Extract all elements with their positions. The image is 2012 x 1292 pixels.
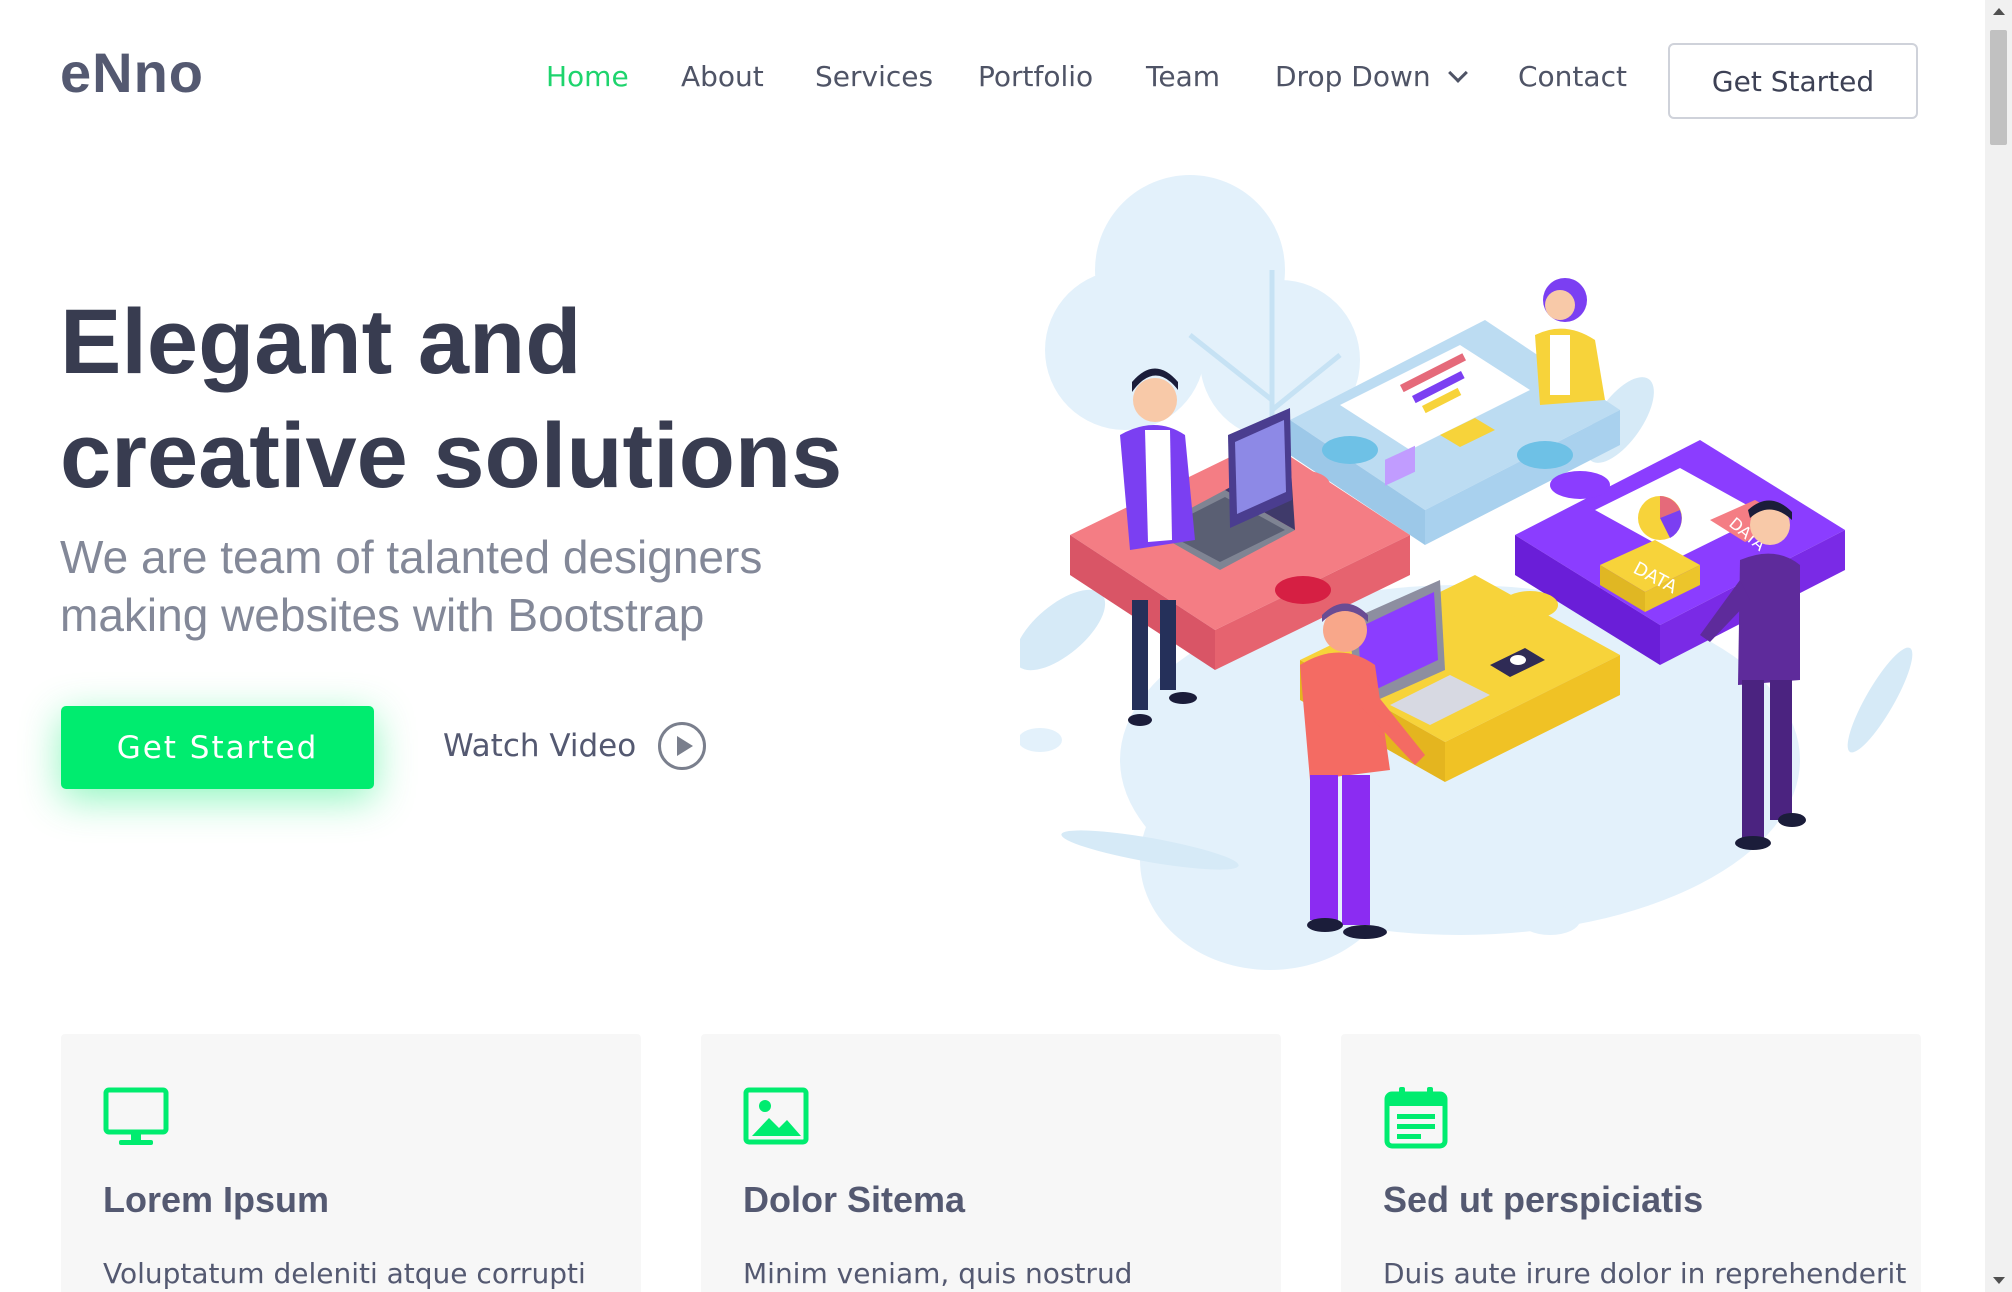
card-title: Sed ut perspiciatis	[1383, 1179, 1704, 1220]
feature-card-3: Sed ut perspiciatis Duis aute irure dolo…	[1341, 1034, 1921, 1292]
feature-card-1: Lorem Ipsum Voluptatum deleniti atque co…	[61, 1034, 641, 1292]
nav-dropdown[interactable]: Drop Down	[1275, 60, 1468, 93]
chevron-down-icon	[1447, 63, 1468, 83]
monitor-icon	[103, 1087, 169, 1145]
watch-video-link[interactable]: Watch Video	[443, 720, 707, 772]
hero-title-line2: creative solutions	[60, 405, 843, 507]
card-title: Lorem Ipsum	[103, 1179, 330, 1220]
nav-dropdown-label: Drop Down	[1275, 60, 1431, 93]
nav-portfolio[interactable]: Portfolio	[978, 60, 1093, 93]
scrollbar-thumb[interactable]	[1990, 30, 2007, 145]
hero-subtitle: We are team of talanted designers making…	[60, 528, 920, 644]
person-top	[1535, 278, 1605, 405]
scroll-down-arrow-icon[interactable]	[1993, 1277, 2005, 1284]
card-text: Duis aute irure dolor in reprehenderit	[1383, 1257, 1907, 1290]
page: eNno Home About Services Portfolio Team …	[0, 0, 1985, 1292]
vertical-scrollbar[interactable]	[1985, 0, 2012, 1292]
hero-title-line1: Elegant and	[60, 291, 582, 393]
nav-services[interactable]: Services	[815, 60, 933, 93]
hero-title: Elegant and creative solutions	[60, 285, 960, 513]
calendar-list-icon	[1384, 1087, 1448, 1149]
card-title: Dolor Sitema	[743, 1179, 966, 1220]
nav-home[interactable]: Home	[546, 60, 629, 93]
feature-card-2: Dolor Sitema Minim veniam, quis nostrud	[701, 1034, 1281, 1292]
play-circle-icon	[658, 722, 707, 770]
watch-video-label: Watch Video	[443, 728, 637, 764]
scroll-up-arrow-icon[interactable]	[1993, 8, 2005, 15]
site-logo[interactable]: eNno	[60, 40, 204, 105]
nav-team[interactable]: Team	[1146, 60, 1220, 93]
card-text: Minim veniam, quis nostrud	[743, 1257, 1133, 1290]
hero-get-started-button[interactable]: Get Started	[61, 706, 374, 789]
card-text: Voluptatum deleniti atque corrupti	[103, 1257, 586, 1290]
nav-about[interactable]: About	[681, 60, 764, 93]
nav-contact[interactable]: Contact	[1518, 60, 1627, 93]
hero-subtitle-line2: making websites with Bootstrap	[60, 589, 705, 641]
hero-illustration: DATA DATA	[1020, 175, 1913, 970]
image-icon	[743, 1087, 809, 1145]
header-get-started-button[interactable]: Get Started	[1668, 43, 1918, 119]
hero-subtitle-line1: We are team of talanted designers	[60, 531, 763, 583]
